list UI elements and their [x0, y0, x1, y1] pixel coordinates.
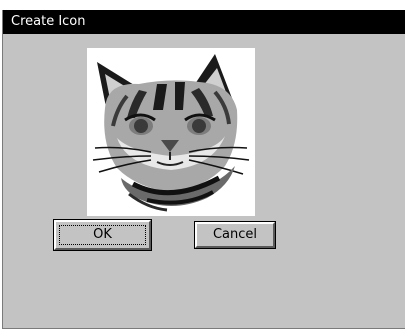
ok-button-label: OK	[93, 227, 112, 242]
cancel-button[interactable]: Cancel	[194, 221, 276, 249]
ok-button[interactable]: OK	[53, 219, 152, 251]
window-title: Create Icon	[11, 14, 86, 29]
title-bar[interactable]: Create Icon	[3, 10, 405, 34]
create-icon-dialog: Create Icon OK Cancel	[2, 10, 405, 329]
icon-preview-canvas	[87, 48, 255, 216]
cancel-button-label: Cancel	[212, 227, 258, 242]
cat-face-icon	[92, 54, 250, 212]
